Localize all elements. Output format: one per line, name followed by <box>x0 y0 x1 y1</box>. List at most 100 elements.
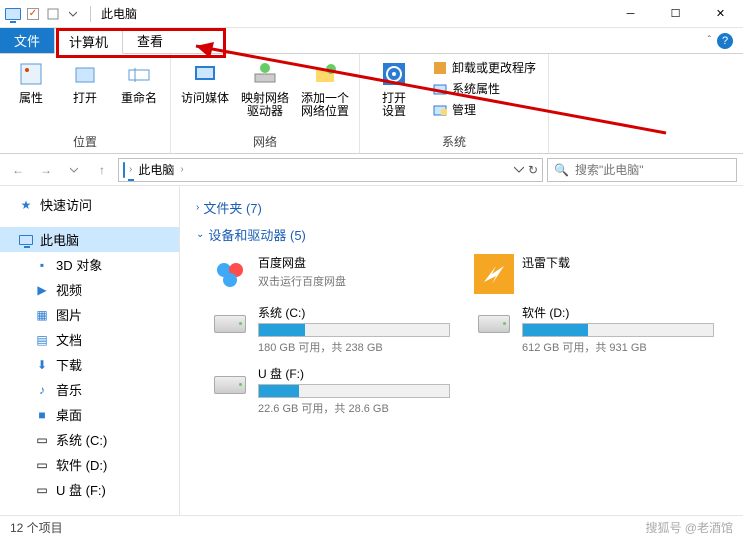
media-icon <box>189 58 221 90</box>
drive-tile-f[interactable]: U 盘 (F:) 22.6 GB 可用，共 28.6 GB <box>210 365 450 416</box>
sidebar-item-drive-f[interactable]: ▭U 盘 (F:) <box>0 477 179 502</box>
tab-file[interactable]: 文件 <box>0 28 54 53</box>
properties-icon <box>15 58 47 90</box>
rename-icon <box>123 58 155 90</box>
sidebar-item-3d[interactable]: ▪3D 对象 <box>0 252 179 277</box>
qat-checkbox-icon[interactable]: ✓ <box>24 5 42 23</box>
sidebar-item-desktop[interactable]: ■桌面 <box>0 402 179 427</box>
drive-icon: ▭ <box>34 482 50 498</box>
open-settings-button[interactable]: 打开 设置 <box>366 56 422 120</box>
ribbon-collapse-icon[interactable]: ˆ <box>708 35 711 46</box>
body: ★快速访问 此电脑 ▪3D 对象 ▶视频 ▦图片 ▤文档 ⬇下载 ♪音乐 ■桌面… <box>0 186 743 515</box>
quick-access-toolbar: ✓ <box>0 5 86 23</box>
chevron-down-icon: ⌄ <box>196 229 204 240</box>
add-network-location-button[interactable]: 添加一个 网络位置 <box>297 56 353 120</box>
app-tile-xunlei[interactable]: 迅雷下载 <box>474 254 714 294</box>
search-box[interactable]: 🔍 <box>547 158 737 182</box>
drive-usage-bar <box>258 323 450 337</box>
sidebar-item-drive-d[interactable]: ▭软件 (D:) <box>0 452 179 477</box>
properties-button[interactable]: 属性 <box>6 56 56 107</box>
breadcrumb-root[interactable]: 此电脑 <box>136 161 176 178</box>
pc-icon <box>123 163 125 177</box>
add-location-icon <box>309 58 341 90</box>
back-button[interactable]: ← <box>6 158 30 182</box>
group-header-folders[interactable]: ›文件夹 (7) <box>196 194 727 221</box>
ribbon-tabs: 文件 计算机 查看 ˆ ? <box>0 28 743 54</box>
app-tile-baidu[interactable]: 百度网盘 双击运行百度网盘 <box>210 254 450 294</box>
open-icon <box>69 58 101 90</box>
qat-dropdown-icon[interactable] <box>64 5 82 23</box>
baidu-icon <box>210 254 250 294</box>
item-count: 12 个项目 <box>10 519 63 536</box>
forward-button[interactable]: → <box>34 158 58 182</box>
drive-tile-c[interactable]: 系统 (C:) 180 GB 可用，共 238 GB <box>210 304 450 355</box>
sidebar-item-documents[interactable]: ▤文档 <box>0 327 179 352</box>
qat-properties-icon[interactable] <box>44 5 62 23</box>
ribbon-group-network: 访问媒体 映射网络 驱动器 添加一个 网络位置 网络 <box>171 54 360 153</box>
map-drive-button[interactable]: 映射网络 驱动器 <box>237 56 293 120</box>
access-media-button[interactable]: 访问媒体 <box>177 56 233 107</box>
crumb-sep-icon: › <box>129 164 132 175</box>
sidebar-item-drive-c[interactable]: ▭系统 (C:) <box>0 427 179 452</box>
drive-icon: ▭ <box>34 432 50 448</box>
sidebar-this-pc[interactable]: 此电脑 <box>0 227 179 252</box>
sidebar-item-music[interactable]: ♪音乐 <box>0 377 179 402</box>
open-button[interactable]: 打开 <box>60 56 110 107</box>
document-icon: ▤ <box>34 332 50 348</box>
ribbon: 属性 打开 重命名 位置 访问媒体 映射网络 驱动器 <box>0 54 743 154</box>
title-bar: ✓ 此电脑 ─ ☐ ✕ <box>0 0 743 28</box>
recent-dropdown[interactable] <box>62 158 86 182</box>
manage-button[interactable]: 管理 <box>430 100 538 119</box>
address-bar[interactable]: › 此电脑 › ↻ <box>118 158 543 182</box>
pc-icon <box>18 232 34 248</box>
picture-icon: ▦ <box>34 307 50 323</box>
sidebar-quick-access[interactable]: ★快速访问 <box>0 192 179 217</box>
rename-button[interactable]: 重命名 <box>114 56 164 107</box>
star-icon: ★ <box>18 197 34 213</box>
cube-icon: ▪ <box>34 257 50 273</box>
tab-view[interactable]: 查看 <box>123 28 177 53</box>
drive-tile-d[interactable]: 软件 (D:) 612 GB 可用，共 931 GB <box>474 304 714 355</box>
crumb-sep-icon: › <box>180 164 183 175</box>
content-pane[interactable]: ›文件夹 (7) ⌄设备和驱动器 (5) 百度网盘 双击运行百度网盘 迅雷下载 … <box>180 186 743 515</box>
maximize-button[interactable]: ☐ <box>653 0 698 28</box>
navigation-pane[interactable]: ★快速访问 此电脑 ▪3D 对象 ▶视频 ▦图片 ▤文档 ⬇下载 ♪音乐 ■桌面… <box>0 186 180 515</box>
ribbon-right-controls: ˆ ? <box>708 28 743 53</box>
drive-icon: ▭ <box>34 457 50 473</box>
refresh-button[interactable]: ↻ <box>528 163 538 177</box>
close-button[interactable]: ✕ <box>698 0 743 28</box>
address-dropdown-icon[interactable] <box>514 163 524 177</box>
tab-computer[interactable]: 计算机 <box>54 28 123 54</box>
status-bar: 12 个项目 搜狐号 @老酒馆 <box>0 515 743 539</box>
ribbon-group-location: 属性 打开 重命名 位置 <box>0 54 171 153</box>
system-properties-button[interactable]: 系统属性 <box>430 79 538 98</box>
search-input[interactable] <box>575 163 730 177</box>
system-items: 卸载或更改程序 系统属性 管理 <box>426 56 542 121</box>
group-label-location: 位置 <box>6 131 164 151</box>
group-label-network: 网络 <box>177 131 353 151</box>
map-drive-icon <box>249 58 281 90</box>
ribbon-group-system: 打开 设置 卸载或更改程序 系统属性 管理 系统 <box>360 54 549 153</box>
group-label-system: 系统 <box>366 131 542 151</box>
window-controls: ─ ☐ ✕ <box>608 0 743 28</box>
drive-usage-bar <box>258 384 450 398</box>
download-icon: ⬇ <box>34 357 50 373</box>
sidebar-item-pictures[interactable]: ▦图片 <box>0 302 179 327</box>
xunlei-icon <box>474 254 514 294</box>
chevron-right-icon: › <box>196 202 199 213</box>
watermark-text: 搜狐号 @老酒馆 <box>645 519 733 536</box>
sidebar-item-videos[interactable]: ▶视频 <box>0 277 179 302</box>
manage-icon <box>432 102 448 118</box>
minimize-button[interactable]: ─ <box>608 0 653 28</box>
desktop-icon: ■ <box>34 407 50 423</box>
sidebar-item-downloads[interactable]: ⬇下载 <box>0 352 179 377</box>
window-title: 此电脑 <box>101 5 137 22</box>
settings-icon <box>378 58 410 90</box>
help-icon[interactable]: ? <box>717 33 733 49</box>
drive-icon <box>210 365 250 405</box>
group-header-drives[interactable]: ⌄设备和驱动器 (5) <box>196 221 727 248</box>
separator <box>90 6 91 22</box>
uninstall-programs-button[interactable]: 卸载或更改程序 <box>430 58 538 77</box>
up-button[interactable]: ↑ <box>90 158 114 182</box>
music-icon: ♪ <box>34 382 50 398</box>
